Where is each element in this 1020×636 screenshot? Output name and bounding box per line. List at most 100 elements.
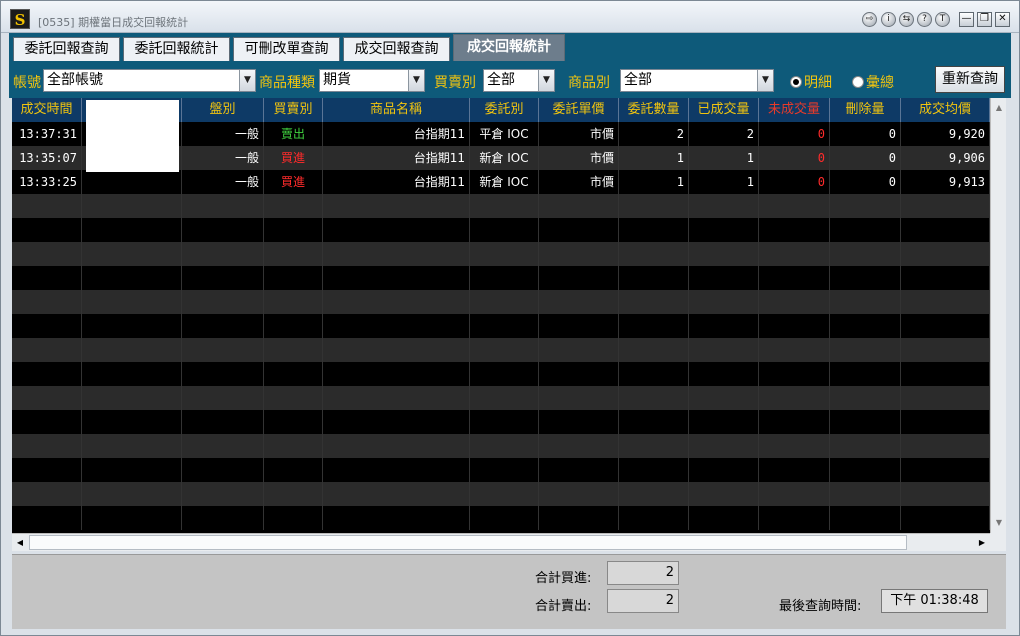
tab-fill-report-stats[interactable]: 成交回報統計 [453,34,565,61]
col-unfilled[interactable]: 未成交量 [759,98,830,122]
chevron-down-icon[interactable]: ▼ [239,70,255,91]
maximize-button[interactable]: ❐ [977,12,992,27]
scroll-thumb[interactable] [29,535,907,550]
radio-detail-dot[interactable] [790,76,802,88]
chevron-down-icon[interactable]: ▼ [757,70,773,91]
col-session[interactable]: 盤別 [182,98,264,122]
empty-table-row[interactable] [12,434,990,458]
radio-summary[interactable]: 彙總 [852,72,894,92]
chevron-down-icon[interactable]: ▼ [538,70,554,91]
vertical-scrollbar[interactable]: ▲ ▼ [990,98,1006,533]
swap-icon[interactable]: ⇆ [899,12,914,27]
tab-fill-report-query[interactable]: 成交回報查詢 [343,37,450,61]
cell-order-type [470,218,539,242]
scroll-left-icon[interactable]: ◀ [12,534,28,552]
radio-summary-dot[interactable] [852,76,864,88]
product-type-select[interactable]: 期貨 ▼ [319,69,425,92]
cell-product: 台指期11 [323,146,470,170]
cell-order-type [470,242,539,266]
empty-table-row[interactable] [12,386,990,410]
tab-cancelable-orders[interactable]: 可刪改單查詢 [233,37,340,61]
cell-product [323,506,470,530]
cell-account [82,386,182,410]
cell-avg [901,314,990,338]
cell-session [182,242,264,266]
cell-qty [619,218,689,242]
empty-table-row[interactable] [12,506,990,530]
cell-time [12,338,82,362]
col-avg-price[interactable]: 成交均價 [901,98,990,122]
empty-table-row[interactable] [12,218,990,242]
info-icon[interactable]: i [881,12,896,27]
cell-deleted [830,218,901,242]
cell-session [182,482,264,506]
empty-table-row[interactable] [12,194,990,218]
filter-bar: 帳號 全部帳號 ▼ 商品種類 期貨 ▼ 買賣別 全部 ▼ 商品別 全部 ▼ 明細… [9,61,1011,98]
minimize-button[interactable]: — [959,12,974,27]
product-select[interactable]: 全部 ▼ [620,69,774,92]
requery-button[interactable]: 重新查詢 [935,66,1005,93]
cell-filled [689,386,759,410]
radio-detail[interactable]: 明細 [790,72,832,92]
col-order-type[interactable]: 委託別 [470,98,539,122]
cell-product [323,434,470,458]
cell-time: 13:33:25 [12,170,82,194]
total-sell-value: 2 [607,589,679,613]
empty-table-row[interactable] [12,242,990,266]
table-row[interactable]: 13:33:25 一般 買進 台指期11 新倉 IOC 市價 1 1 0 0 9,913 [12,170,990,194]
fills-table[interactable]: 成交時間 帳號 盤別 買賣別 商品名稱 委託別 委託單價 委託數量 已成交量 未… [12,98,990,533]
col-product[interactable]: 商品名稱 [323,98,470,122]
cell-qty: 1 [619,146,689,170]
cell-avg: 9,920 [901,122,990,146]
close-button[interactable]: ✕ [995,12,1010,27]
chevron-down-icon[interactable]: ▼ [408,70,424,91]
empty-table-row[interactable] [12,290,990,314]
scroll-right-icon[interactable]: ▶ [974,534,990,552]
tab-order-report-stats[interactable]: 委託回報統計 [123,37,230,61]
cell-side [264,242,323,266]
cell-avg: 9,906 [901,146,990,170]
col-deleted[interactable]: 刪除量 [830,98,901,122]
col-price[interactable]: 委託單價 [539,98,619,122]
empty-table-row[interactable] [12,338,990,362]
empty-table-row[interactable] [12,266,990,290]
cell-unfilled: 0 [759,146,830,170]
link-icon[interactable]: ⇨ [862,12,877,27]
cell-unfilled [759,506,830,530]
col-side[interactable]: 買賣別 [264,98,323,122]
help-icon[interactable]: ? [917,12,932,27]
cell-qty [619,290,689,314]
empty-table-row[interactable] [12,482,990,506]
account-select[interactable]: 全部帳號 ▼ [43,69,256,92]
cell-unfilled [759,290,830,314]
scroll-down-icon[interactable]: ▼ [991,515,1007,531]
cell-side [264,410,323,434]
cell-price: 市價 [539,122,619,146]
topmost-icon[interactable]: T [935,12,950,27]
cell-avg: 9,913 [901,170,990,194]
cell-unfilled [759,242,830,266]
empty-table-row[interactable] [12,458,990,482]
cell-unfilled [759,338,830,362]
cell-deleted: 0 [830,170,901,194]
empty-table-row[interactable] [12,314,990,338]
empty-table-row[interactable] [12,410,990,434]
horizontal-scrollbar[interactable]: ◀ ▶ [12,533,990,551]
cell-price [539,386,619,410]
col-qty[interactable]: 委託數量 [619,98,689,122]
cell-side: 買進 [264,146,323,170]
buysell-select[interactable]: 全部 ▼ [483,69,555,92]
cell-qty [619,434,689,458]
col-time[interactable]: 成交時間 [12,98,82,122]
cell-product [323,314,470,338]
cell-filled [689,266,759,290]
scroll-up-icon[interactable]: ▲ [991,100,1007,116]
col-filled[interactable]: 已成交量 [689,98,759,122]
cell-product [323,266,470,290]
tab-order-report-query[interactable]: 委託回報查詢 [13,37,120,61]
empty-table-row[interactable] [12,362,990,386]
cell-unfilled [759,482,830,506]
cell-product: 台指期11 [323,170,470,194]
cell-order-type [470,506,539,530]
cell-side [264,194,323,218]
